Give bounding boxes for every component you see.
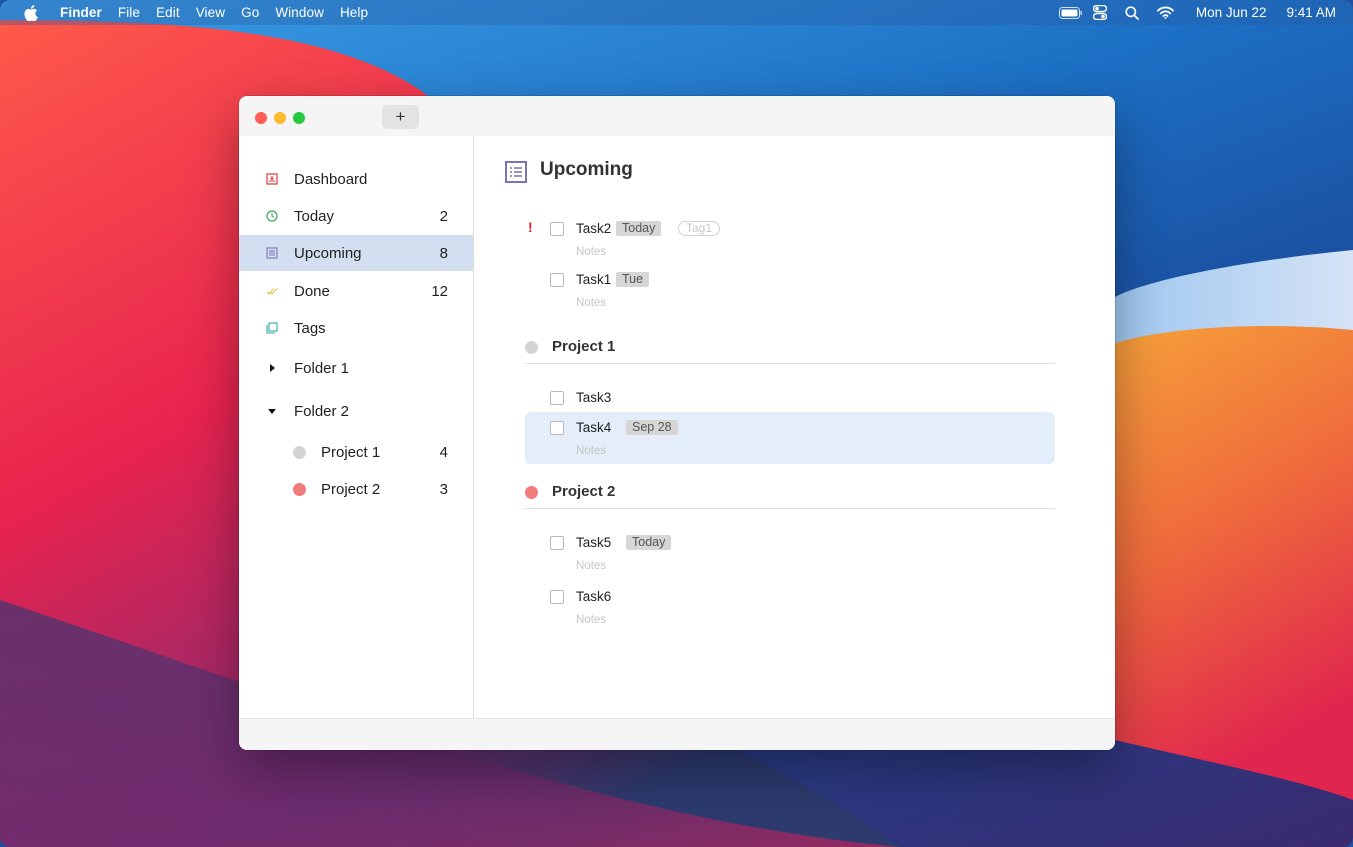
task-title[interactable]: Task5 <box>576 535 611 550</box>
control-center-icon[interactable] <box>1092 5 1107 20</box>
task-row[interactable]: Task1 Tue Notes <box>525 269 1055 309</box>
disclosure-down-icon[interactable] <box>266 405 278 417</box>
sidebar-item-count: 8 <box>439 244 448 262</box>
task-checkbox[interactable] <box>550 421 564 435</box>
sidebar: Dashboard Today 2 Upcoming 8 Done 12 Tag… <box>239 136 474 718</box>
task-checkbox[interactable] <box>550 222 564 236</box>
project-header[interactable]: Project 1 <box>525 333 1055 364</box>
main-content: Upcoming ! Task2 Today Tag1 Notes Task1 … <box>474 136 1115 718</box>
project-color-dot <box>525 341 538 354</box>
sidebar-item-dashboard[interactable]: Dashboard <box>239 161 473 197</box>
sidebar-item-label: Dashboard <box>294 170 368 188</box>
clock-icon <box>266 210 278 222</box>
sidebar-item-today[interactable]: Today 2 <box>239 198 473 234</box>
dashboard-icon <box>266 173 278 185</box>
task-title[interactable]: Task1 <box>576 272 611 287</box>
sidebar-project-2[interactable]: Project 2 3 <box>239 471 473 507</box>
menu-file[interactable]: File <box>118 5 140 20</box>
sidebar-item-done[interactable]: Done 12 <box>239 273 473 309</box>
sidebar-project-1[interactable]: Project 1 4 <box>239 434 473 470</box>
close-window-button[interactable] <box>255 112 267 124</box>
task-row[interactable]: ! Task2 Today Tag1 Notes <box>525 218 1055 258</box>
sidebar-item-count: 12 <box>431 282 448 300</box>
task-title[interactable]: Task4 <box>576 420 611 435</box>
tag-icon <box>266 322 278 334</box>
menu-go[interactable]: Go <box>241 5 259 20</box>
battery-icon[interactable] <box>1058 6 1083 19</box>
page-title: Upcoming <box>540 159 633 180</box>
project-header[interactable]: Project 2 <box>525 478 1055 509</box>
minimize-window-button[interactable] <box>274 112 286 124</box>
due-date-badge[interactable]: Sep 28 <box>626 420 678 435</box>
sidebar-item-count: 3 <box>439 480 448 498</box>
sidebar-folder-label: Folder 1 <box>294 359 350 377</box>
project-color-dot <box>293 445 306 459</box>
list-icon <box>505 161 527 183</box>
due-date-badge[interactable]: Today <box>616 221 662 236</box>
window-footer <box>239 718 1115 750</box>
sidebar-item-label: Today <box>294 207 335 225</box>
sidebar-project-label: Project 2 <box>321 480 381 498</box>
task-notes[interactable]: Notes <box>576 246 606 258</box>
task-notes[interactable]: Notes <box>576 560 606 572</box>
project-color-dot <box>293 482 306 496</box>
sidebar-folder-1[interactable]: Folder 1 <box>239 350 473 386</box>
due-date-badge[interactable]: Today <box>626 535 672 550</box>
task-title[interactable]: Task6 <box>576 589 611 604</box>
add-button[interactable]: + <box>382 105 419 129</box>
menu-bar: Finder File Edit View Go Window Help Mon… <box>0 0 1353 25</box>
project-name: Project 1 <box>552 338 616 355</box>
task-notes[interactable]: Notes <box>576 297 606 309</box>
sidebar-item-label: Tags <box>294 319 326 337</box>
list-icon <box>266 247 278 259</box>
disclosure-right-icon[interactable] <box>266 362 278 374</box>
apple-logo-icon[interactable] <box>24 4 40 21</box>
sidebar-folder-2[interactable]: Folder 2 <box>239 393 473 429</box>
sidebar-folder-label: Folder 2 <box>294 402 350 420</box>
sidebar-project-label: Project 1 <box>321 443 381 461</box>
task-notes[interactable]: Notes <box>576 445 606 457</box>
sidebar-item-tags[interactable]: Tags <box>239 310 473 346</box>
task-checkbox[interactable] <box>550 391 564 405</box>
task-notes[interactable]: Notes <box>576 614 606 626</box>
sidebar-item-count: 4 <box>439 443 448 461</box>
sidebar-item-count: 2 <box>439 207 448 225</box>
task-row[interactable]: Task6 Notes <box>525 586 1055 626</box>
zoom-window-button[interactable] <box>293 112 305 124</box>
priority-indicator: ! <box>528 219 533 235</box>
search-icon[interactable] <box>1125 5 1139 20</box>
menu-help[interactable]: Help <box>340 5 368 20</box>
task-row[interactable]: Task3 <box>525 387 1055 409</box>
sidebar-item-upcoming[interactable]: Upcoming 8 <box>239 235 473 271</box>
task-title[interactable]: Task2 <box>576 221 611 236</box>
task-title[interactable]: Task3 <box>576 390 611 405</box>
sidebar-item-label: Done <box>294 282 330 300</box>
project-name: Project 2 <box>552 483 616 500</box>
menu-edit[interactable]: Edit <box>156 5 180 20</box>
task-checkbox[interactable] <box>550 536 564 550</box>
project-color-dot <box>525 486 538 499</box>
sidebar-item-label: Upcoming <box>294 244 362 262</box>
task-checkbox[interactable] <box>550 590 564 604</box>
task-row[interactable]: Task5 Today Notes <box>525 532 1055 572</box>
app-window: + Dashboard Today 2 Upcoming 8 Done 12 T… <box>239 96 1115 750</box>
task-checkbox[interactable] <box>550 273 564 287</box>
title-bar[interactable]: + <box>239 96 1115 136</box>
due-date-badge[interactable]: Tue <box>616 272 650 287</box>
menubar-time[interactable]: 9:41 AM <box>1286 5 1336 20</box>
menu-window[interactable]: Window <box>275 5 324 20</box>
double-check-icon <box>266 285 278 297</box>
tag-badge[interactable]: Tag1 <box>678 221 721 236</box>
menu-view[interactable]: View <box>196 5 225 20</box>
menubar-date[interactable]: Mon Jun 22 <box>1196 5 1267 20</box>
wifi-icon[interactable] <box>1157 6 1174 19</box>
app-menu-finder[interactable]: Finder <box>60 5 102 20</box>
task-row-selected[interactable]: Task4 Sep 28 Notes <box>525 412 1055 464</box>
